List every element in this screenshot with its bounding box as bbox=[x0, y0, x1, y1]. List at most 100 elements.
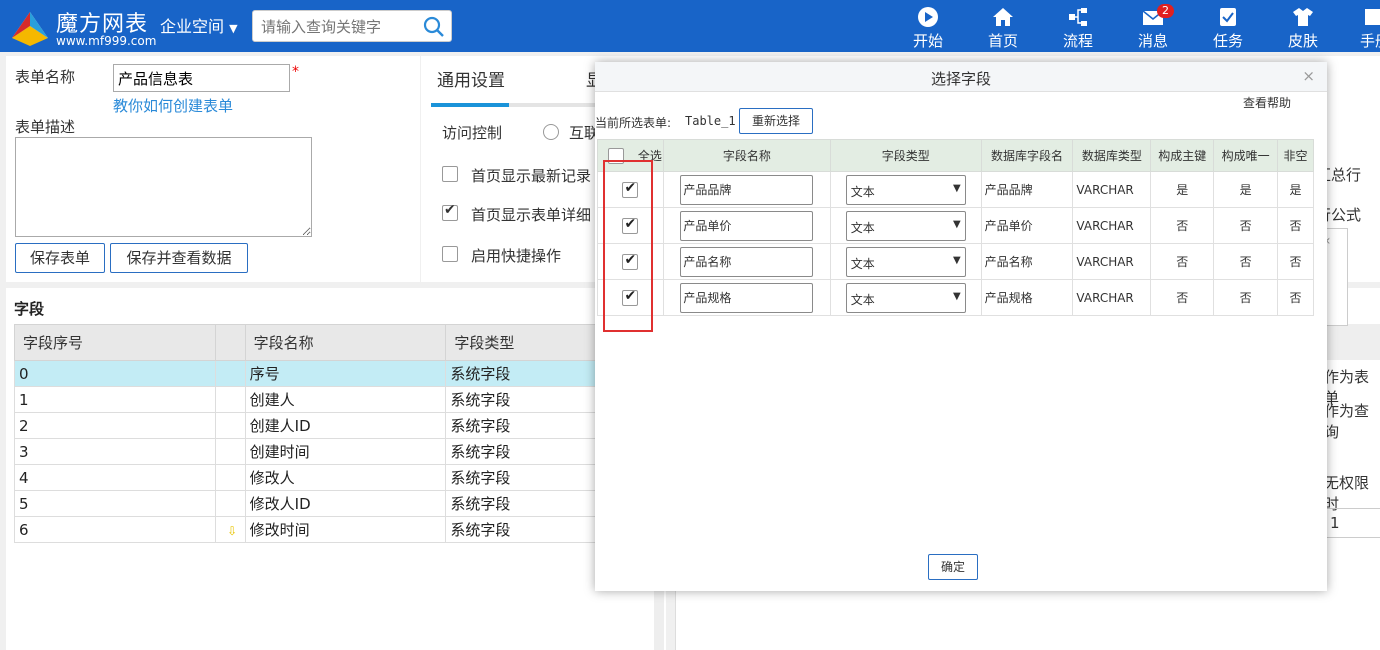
field-type-select[interactable]: 文本 ▼ bbox=[845, 210, 966, 241]
required-mark: * bbox=[292, 64, 299, 80]
nav-tasks[interactable]: 任务 bbox=[1198, 4, 1258, 51]
cell-type: 文本 ▼ bbox=[829, 243, 982, 280]
dropdown-arrow-icon: ▼ bbox=[953, 182, 961, 194]
cell-unique[interactable]: 否 bbox=[1213, 207, 1279, 244]
close-icon[interactable]: × bbox=[1302, 67, 1315, 85]
field-type-select[interactable]: 文本 ▼ bbox=[845, 246, 966, 277]
confirm-button[interactable]: 确定 bbox=[928, 554, 978, 580]
cell-pk[interactable]: 否 bbox=[1150, 207, 1215, 244]
cell-unique[interactable]: 否 bbox=[1213, 279, 1279, 316]
field-type-value: 文本 bbox=[850, 220, 875, 235]
cell-notnull[interactable]: 是 bbox=[1277, 171, 1314, 208]
form-info-panel: 表单名称 * 教你如何创建表单 表单描述 保存表单 保存并查看数据 bbox=[6, 56, 420, 282]
cell-type: 文本 ▼ bbox=[829, 207, 982, 244]
current-form-value: Table_1 bbox=[685, 114, 736, 128]
cell-name bbox=[662, 279, 831, 316]
cell-notnull[interactable]: 否 bbox=[1277, 279, 1314, 316]
field-type-select[interactable]: 文本 ▼ bbox=[845, 174, 966, 205]
table-row[interactable]: 2 创建人ID 系统字段 bbox=[14, 412, 654, 439]
cell-name bbox=[662, 171, 831, 208]
cell-no: 3 bbox=[14, 438, 216, 465]
cell-sort bbox=[214, 386, 246, 413]
table-row[interactable]: 1 创建人 系统字段 bbox=[14, 386, 654, 413]
col-field-type: 字段类型 bbox=[829, 139, 982, 172]
select-fields-dialog: 选择字段 × 查看帮助 当前所选表单: Table_1 重新选择 全选 字段名称… bbox=[595, 62, 1327, 591]
col-field-name[interactable]: 字段名称 bbox=[244, 324, 447, 361]
field-name-input[interactable] bbox=[680, 282, 814, 313]
cell-db-type: VARCHAR bbox=[1072, 207, 1152, 244]
cell-sort: ⇩ bbox=[214, 516, 246, 543]
cell-type: 文本 ▼ bbox=[829, 171, 982, 208]
permission-value-input[interactable]: 1 bbox=[1321, 508, 1380, 538]
cell-db-type: VARCHAR bbox=[1072, 279, 1152, 316]
nav-messages-label: 消息 bbox=[1137, 32, 1168, 50]
howto-create-form-link[interactable]: 教你如何创建表单 bbox=[113, 95, 233, 116]
nav-manual-label: 手册 bbox=[1360, 32, 1380, 50]
col-unique: 构成唯一 bbox=[1213, 139, 1279, 172]
show-form-detail-label: 首页显示表单详细 bbox=[471, 206, 592, 224]
tab-general-settings[interactable]: 通用设置 bbox=[437, 66, 505, 91]
table-row[interactable]: 4 修改人 系统字段 bbox=[14, 464, 654, 491]
dropdown-arrow-icon: ▼ bbox=[953, 290, 961, 302]
show-latest-records-checkbox[interactable] bbox=[442, 166, 458, 182]
arrow-down-icon[interactable]: ⇩ bbox=[227, 524, 237, 538]
cell-unique[interactable]: 是 bbox=[1213, 171, 1279, 208]
col-field-no[interactable]: 字段序号 bbox=[14, 324, 216, 361]
flow-icon bbox=[1069, 8, 1087, 26]
field-name-input[interactable] bbox=[680, 210, 814, 241]
as-query-label: 作为查询 bbox=[1324, 402, 1370, 441]
col-not-null: 非空 bbox=[1277, 139, 1314, 172]
cell-name: 修改时间 bbox=[244, 516, 447, 543]
form-name-input[interactable] bbox=[113, 64, 290, 92]
search-input[interactable] bbox=[261, 16, 421, 38]
nav-start[interactable]: 开始 bbox=[898, 4, 958, 51]
table-row[interactable]: 3 创建时间 系统字段 bbox=[14, 438, 654, 465]
table-row[interactable]: 6 ⇩ 修改时间 系统字段 bbox=[14, 516, 654, 543]
col-sort bbox=[214, 324, 246, 361]
play-icon bbox=[918, 7, 938, 27]
field-name-input[interactable] bbox=[680, 174, 814, 205]
form-desc-textarea[interactable] bbox=[15, 137, 312, 237]
current-form-label: 当前所选表单: bbox=[595, 116, 672, 130]
col-field-name: 字段名称 bbox=[662, 139, 831, 172]
field-type-select[interactable]: 文本 ▼ bbox=[845, 282, 966, 313]
shirt-icon bbox=[1293, 8, 1313, 26]
field-name-input[interactable] bbox=[680, 246, 814, 277]
caret-down-icon: ▼ bbox=[229, 22, 238, 35]
access-radio-internet[interactable] bbox=[543, 124, 559, 140]
save-form-button[interactable]: 保存表单 bbox=[15, 243, 105, 273]
show-form-detail-checkbox[interactable]: ✔ bbox=[442, 202, 458, 221]
search-icon[interactable] bbox=[423, 16, 445, 38]
task-icon bbox=[1220, 8, 1236, 26]
nav-flow[interactable]: 流程 bbox=[1048, 4, 1108, 51]
enable-quick-action-checkbox[interactable] bbox=[442, 246, 458, 262]
nav-skin[interactable]: 皮肤 bbox=[1273, 4, 1333, 51]
permission-value: 1 bbox=[1330, 514, 1340, 532]
form-name-label: 表单名称 bbox=[15, 68, 76, 86]
table-row[interactable]: 5 修改人ID 系统字段 bbox=[14, 490, 654, 517]
active-tab-indicator bbox=[431, 103, 509, 107]
cell-pk[interactable]: 否 bbox=[1150, 243, 1215, 280]
company-menu-label: 企业空间 bbox=[160, 17, 225, 36]
nav-messages[interactable]: 2 消息 bbox=[1123, 4, 1183, 51]
nav-manual[interactable]: 手册 bbox=[1348, 4, 1380, 51]
view-help-link[interactable]: 查看帮助 bbox=[1243, 94, 1291, 111]
reselect-button[interactable]: 重新选择 bbox=[739, 108, 813, 134]
top-bar: 魔方网表 www.mf999.com 企业空间 ▼ 开始 首页 流程 2 消息 … bbox=[0, 0, 1380, 52]
company-space-menu[interactable]: 企业空间 ▼ bbox=[160, 13, 238, 37]
col-primary-key: 构成主键 bbox=[1150, 139, 1215, 172]
cell-pk[interactable]: 否 bbox=[1150, 279, 1215, 316]
cell-notnull[interactable]: 否 bbox=[1277, 243, 1314, 280]
cell-name: 修改人 bbox=[244, 464, 447, 491]
save-and-view-button[interactable]: 保存并查看数据 bbox=[110, 243, 248, 273]
table-row[interactable]: 0 序号 系统字段 bbox=[14, 360, 654, 387]
cell-sort bbox=[214, 360, 246, 387]
cell-notnull[interactable]: 否 bbox=[1277, 207, 1314, 244]
message-count-badge: 2 bbox=[1157, 4, 1174, 18]
cell-pk[interactable]: 是 bbox=[1150, 171, 1215, 208]
cell-unique[interactable]: 否 bbox=[1213, 243, 1279, 280]
field-row: 文本 ▼ 产品品牌 VARCHAR 是 是 是 bbox=[597, 171, 1314, 208]
nav-home[interactable]: 首页 bbox=[973, 4, 1033, 51]
fields-panel: 字段 字段序号 字段名称 字段类型 0 序号 系统字段 1 创建人 系统字段 2 创建人I… bbox=[6, 288, 666, 650]
cell-name bbox=[662, 207, 831, 244]
